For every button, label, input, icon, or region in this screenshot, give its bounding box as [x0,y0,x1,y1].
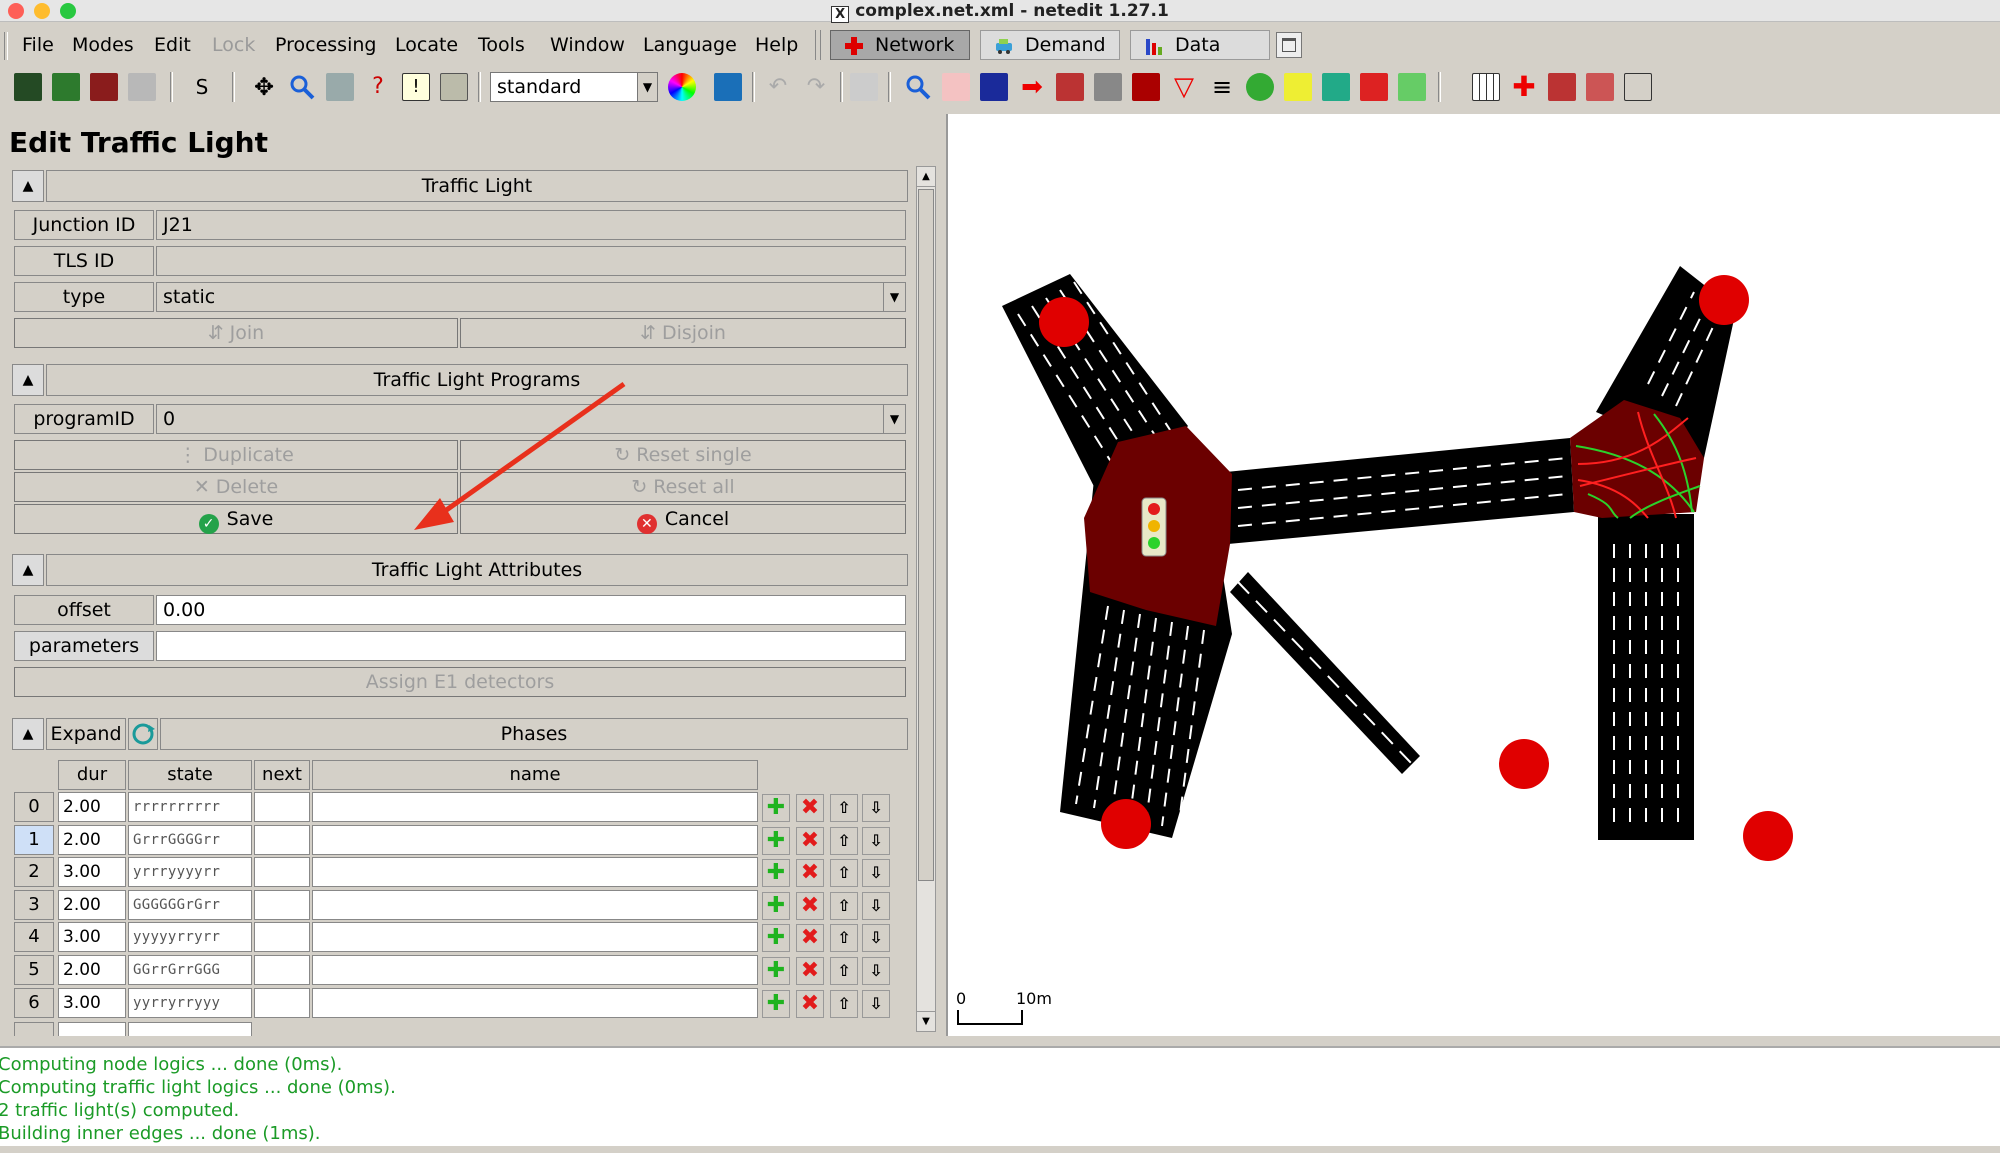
message-log: Computing node logics ... done (0ms). Co… [0,1046,2000,1148]
annotation-arrow-layer [414,381,626,530]
log-line: 2 traffic light(s) computed. [0,1100,240,1121]
log-line: Computing node logics ... done (0ms). [0,1054,343,1075]
status-bar [0,1146,2000,1153]
annotation-arrowhead [414,498,454,530]
annotation-arrow [436,381,626,519]
log-line: Building inner edges ... done (1ms). [0,1123,321,1144]
log-line: Computing traffic light logics ... done … [0,1077,396,1098]
